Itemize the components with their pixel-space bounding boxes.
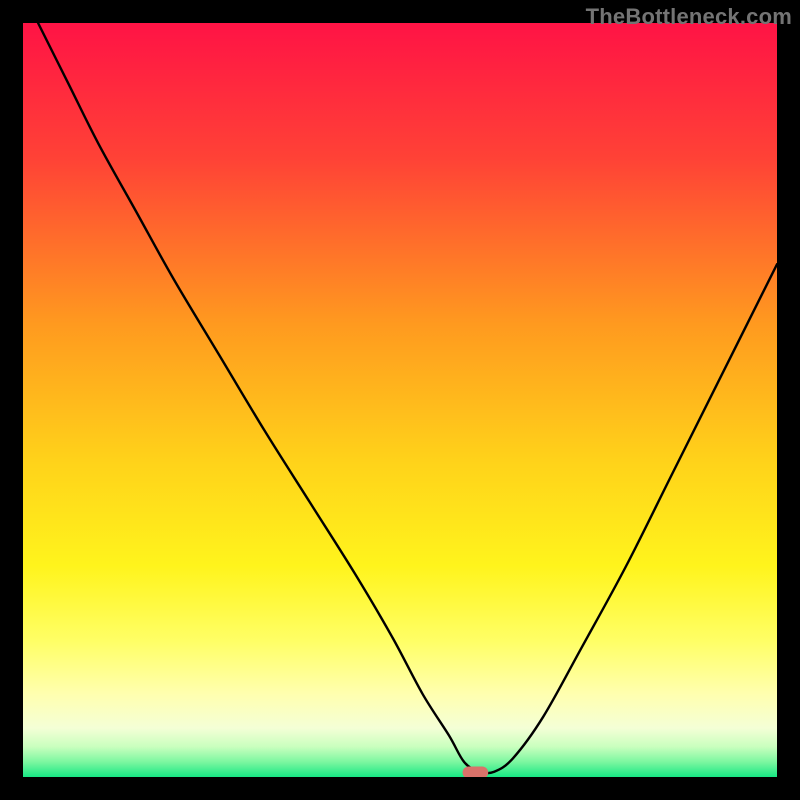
optimal-point-marker bbox=[463, 766, 489, 777]
chart-frame: TheBottleneck.com bbox=[0, 0, 800, 800]
bottleneck-chart bbox=[23, 23, 777, 777]
gradient-background bbox=[23, 23, 777, 777]
watermark-text: TheBottleneck.com bbox=[586, 4, 792, 30]
plot-area bbox=[23, 23, 777, 777]
